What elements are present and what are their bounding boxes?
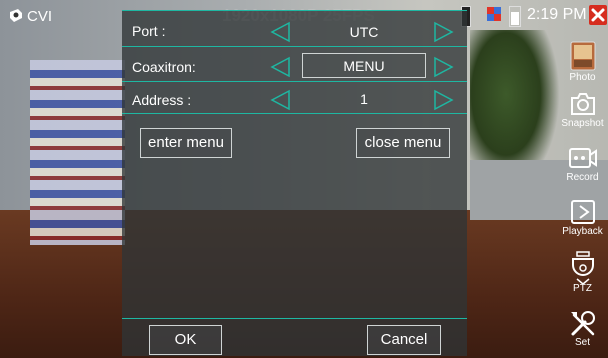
ptz-button[interactable]: PTZ — [557, 249, 608, 299]
port-prev-arrow-icon[interactable] — [269, 21, 291, 43]
network-flag-icon — [487, 7, 501, 21]
playback-label: Playback — [562, 226, 603, 237]
ptz-label: PTZ — [573, 283, 592, 294]
coaxitron-prev-arrow-icon[interactable] — [269, 56, 291, 78]
row-divider — [122, 113, 467, 114]
clock: 2:19 PM — [527, 6, 587, 23]
playback-button[interactable]: Playback — [557, 197, 608, 247]
battery-icon — [509, 6, 521, 27]
close-menu-button[interactable]: close menu — [356, 128, 450, 158]
close-button[interactable] — [589, 5, 607, 25]
video-record-icon — [568, 148, 597, 168]
snapshot-button[interactable]: Snapshot — [557, 89, 608, 139]
port-value[interactable]: UTC — [302, 20, 426, 45]
camera-icon — [570, 93, 595, 115]
record-button[interactable]: Record — [557, 143, 608, 193]
ok-button[interactable]: OK — [149, 325, 222, 355]
dialog-top-divider — [122, 10, 467, 11]
snapshot-label: Snapshot — [561, 118, 604, 129]
ptz-camera-icon — [571, 251, 594, 285]
port-label: Port : — [132, 23, 166, 39]
coaxitron-settings-dialog: Port : UTC Coaxitron: MENU Address : 1 e… — [122, 10, 467, 356]
photo-button[interactable]: Photo — [557, 39, 608, 89]
cancel-button[interactable]: Cancel — [367, 325, 441, 355]
coaxitron-next-arrow-icon[interactable] — [433, 56, 455, 78]
app-label: CVI — [27, 8, 53, 25]
coaxitron-value[interactable]: MENU — [302, 53, 426, 78]
right-toolbar: Photo Snapshot Record Playback PTZ Set — [557, 33, 608, 358]
address-label: Address : — [132, 92, 192, 108]
address-value[interactable]: 1 — [302, 87, 426, 112]
set-button[interactable]: Set — [557, 307, 608, 357]
coaxitron-label: Coaxitron: — [132, 59, 196, 75]
magazine-rack — [30, 60, 125, 245]
enter-menu-button[interactable]: enter menu — [140, 128, 232, 158]
address-prev-arrow-icon[interactable] — [269, 89, 291, 111]
row-divider — [122, 81, 467, 82]
address-next-arrow-icon[interactable] — [433, 89, 455, 111]
set-label: Set — [574, 337, 590, 348]
photo-icon — [570, 41, 595, 71]
camera-app-icon — [10, 9, 22, 22]
photo-label: Photo — [569, 72, 596, 83]
bottom-divider — [122, 318, 467, 319]
row-divider — [122, 46, 467, 47]
record-label: Record — [566, 172, 599, 183]
tools-icon — [570, 311, 595, 336]
play-icon — [570, 200, 595, 224]
port-next-arrow-icon[interactable] — [433, 21, 455, 43]
